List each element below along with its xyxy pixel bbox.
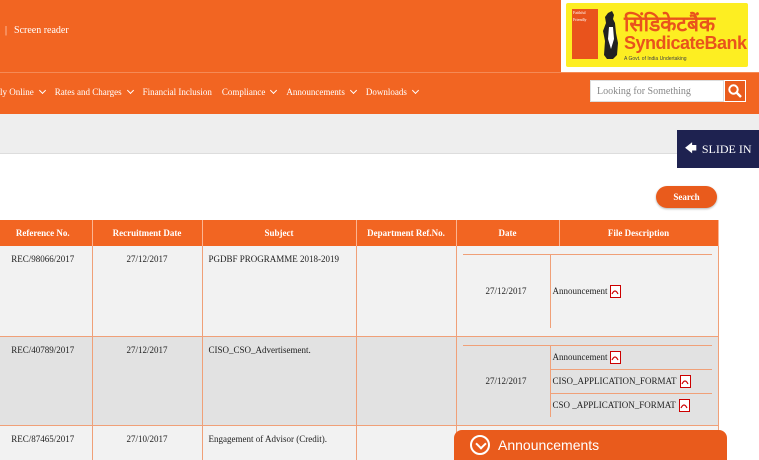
file-link-ciso-application[interactable]: CISO_APPLICATION_FORMAT xyxy=(550,370,712,394)
col-recruitment-date: Recruitment Date xyxy=(92,220,203,246)
file-subtable: 27/12/2017 Announcement CISO_APPLICATION… xyxy=(462,344,712,417)
slide-in-label: SLIDE IN xyxy=(701,141,752,156)
cell-reference: REC/40789/2017 xyxy=(0,336,93,426)
pdf-icon xyxy=(678,398,690,412)
nav-label: Rates and Charges xyxy=(54,87,122,97)
file-label: CSO _APPLICATION_FORMAT xyxy=(552,400,676,410)
nav-menu: ly Online Rates and Charges Financial In… xyxy=(0,86,428,97)
cell-subject: PGDBF PROGRAMME 2018-2019 xyxy=(202,246,357,337)
cell-department-ref xyxy=(356,425,457,460)
search-button[interactable]: Search xyxy=(656,186,717,208)
pdf-icon xyxy=(679,374,691,388)
cell-files: 27/12/2017 Announcement xyxy=(456,246,719,337)
pdf-icon xyxy=(610,350,622,364)
cell-department-ref xyxy=(356,246,457,337)
file-link-cso-application[interactable]: CSO _APPLICATION_FORMAT xyxy=(551,394,712,417)
pdf-icon xyxy=(610,284,622,298)
site-search-button[interactable] xyxy=(724,80,746,102)
chevron-down-icon xyxy=(411,86,419,95)
nav-label: Financial Inclusion xyxy=(142,87,212,97)
logo-tagline: A Govt. of India Undertaking xyxy=(624,56,687,62)
nav-financial-inclusion[interactable]: Financial Inclusion xyxy=(143,87,212,97)
cell-department-ref xyxy=(356,336,457,426)
nav-rates-charges[interactable]: Rates and Charges xyxy=(54,86,134,97)
file-date: 27/12/2017 xyxy=(463,345,551,417)
cell-recruitment-date: 27/12/2017 xyxy=(92,336,203,426)
cell-recruitment-date: 27/10/2017 xyxy=(92,425,203,460)
col-date: Date xyxy=(456,220,560,246)
nav-label: Announcements xyxy=(286,87,345,97)
nav-label: Compliance xyxy=(221,87,266,97)
nav-label: Downloads xyxy=(365,87,407,97)
cell-files: 27/12/2017 Announcement CISO_APPLICATION… xyxy=(456,336,719,426)
accessibility-links: | Screen reader xyxy=(5,25,69,36)
nav-downloads[interactable]: Downloads xyxy=(365,86,419,97)
chevron-down-icon xyxy=(126,86,134,95)
col-subject: Subject xyxy=(202,220,357,246)
cell-reference: REC/87465/2017 xyxy=(0,425,93,460)
cell-reference: REC/98066/2017 xyxy=(0,246,93,337)
separator: | xyxy=(5,25,8,36)
file-link-announcement[interactable]: Announcement xyxy=(550,346,712,370)
site-search-input[interactable]: Looking for Something xyxy=(590,80,724,102)
nav-label: ly Online xyxy=(0,87,34,97)
recruitment-table: Reference No. Recruitment Date Subject D… xyxy=(0,220,719,460)
nav-compliance[interactable]: Compliance xyxy=(221,86,278,97)
cell-subject: Engagement of Advisor (Credit). xyxy=(202,425,357,460)
file-label: Announcement xyxy=(552,352,608,362)
col-reference-no: Reference No. xyxy=(0,220,93,246)
table-header-row: Reference No. Recruitment Date Subject D… xyxy=(0,220,719,246)
cell-subject: CISO_CSO_Advertisement. xyxy=(202,336,357,426)
announcements-panel-toggle[interactable]: Announcements xyxy=(454,430,727,460)
logo-emblem-icon: Faithful Friendly xyxy=(572,9,598,59)
chevron-down-circle-icon xyxy=(470,435,490,455)
logo-english-text: SyndicateBank xyxy=(624,33,747,53)
chevron-down-icon xyxy=(349,86,357,95)
chevron-down-icon xyxy=(270,86,278,95)
col-department-ref: Department Ref.No. xyxy=(356,220,457,246)
breadcrumb-strip xyxy=(0,114,759,154)
bank-logo[interactable]: Faithful Friendly सिंडिकेटबैंक SyndicateB… xyxy=(561,0,759,72)
table-row: REC/98066/2017 27/12/2017 PGDBF PROGRAMM… xyxy=(0,246,719,337)
cell-recruitment-date: 27/12/2017 xyxy=(92,246,203,337)
slide-in-button[interactable]: 🡄 SLIDE IN xyxy=(677,130,759,168)
logo-background: Faithful Friendly सिंडिकेटबैंक SyndicateB… xyxy=(566,3,748,67)
nav-announcements[interactable]: Announcements xyxy=(286,86,357,97)
chevron-down-icon xyxy=(38,86,46,95)
search-icon xyxy=(728,84,742,98)
nav-apply-online[interactable]: ly Online xyxy=(0,86,46,97)
announcements-panel-label: Announcements xyxy=(498,437,600,453)
arrow-left-icon: 🡄 xyxy=(684,140,697,155)
col-file-description: File Description xyxy=(559,220,719,246)
table-row: REC/40789/2017 27/12/2017 CISO_CSO_Adver… xyxy=(0,336,719,426)
file-label: Announcement xyxy=(552,286,608,297)
file-label: CISO_APPLICATION_FORMAT xyxy=(552,376,677,386)
file-subtable: 27/12/2017 Announcement xyxy=(462,254,712,328)
file-date: 27/12/2017 xyxy=(463,255,551,328)
screen-reader-link[interactable]: Screen reader xyxy=(14,25,69,36)
file-link-announcement[interactable]: Announcement xyxy=(551,255,712,328)
dog-mascot-icon xyxy=(603,11,618,59)
